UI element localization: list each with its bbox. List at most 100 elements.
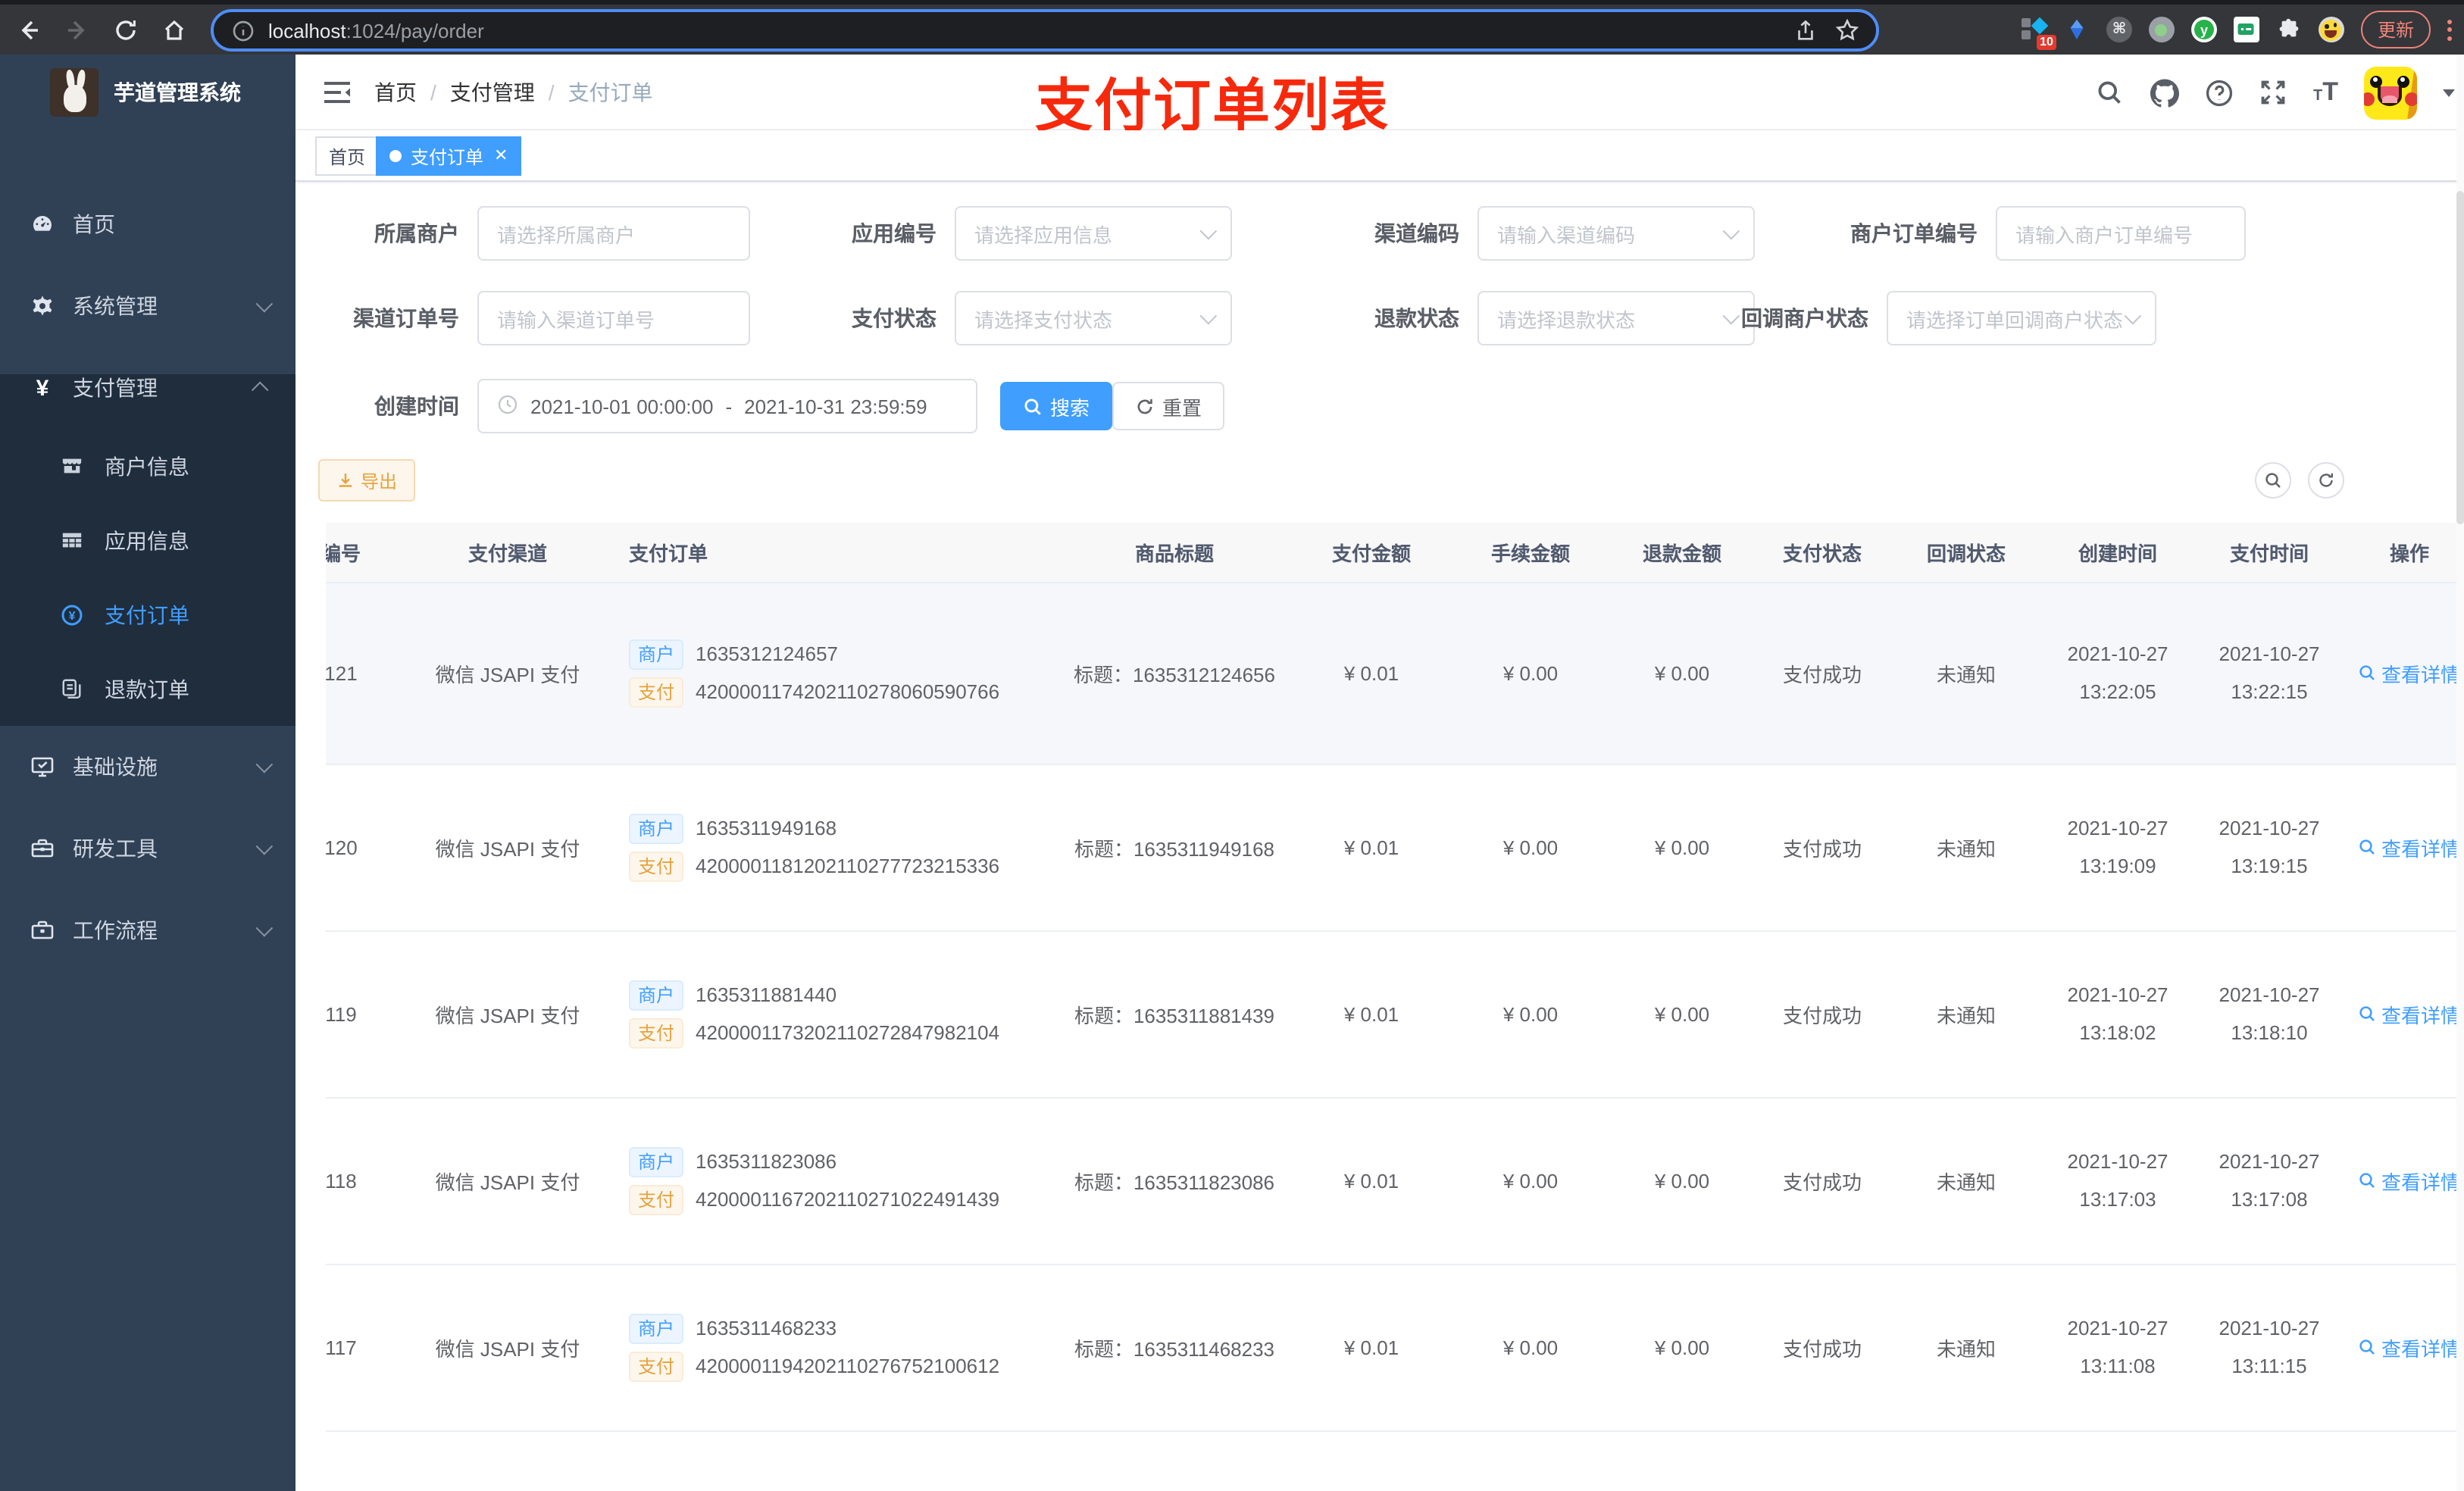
date-separator: - <box>725 395 733 417</box>
reset-button[interactable]: 重置 <box>1112 382 1225 430</box>
filter-label: 渠道订单号 <box>353 306 459 330</box>
browser-update-button[interactable]: 更新 <box>2360 11 2431 48</box>
sidebar-item-infrastructure[interactable]: 基础设施 <box>0 726 295 808</box>
view-detail-link[interactable]: 查看详情 <box>2359 658 2460 687</box>
channel-order-no-input[interactable]: 请输入渠道订单号 <box>477 291 750 345</box>
view-detail-link[interactable]: 查看详情 <box>2359 833 2460 861</box>
browser-reload-icon[interactable] <box>112 16 139 43</box>
order-number: 4200001174202110278060590766 <box>696 680 1000 703</box>
window-scrollbar[interactable] <box>2456 55 2464 1491</box>
sidebar-item-pay-order[interactable]: ¥ 支付订单 <box>0 577 295 652</box>
briefcase-icon <box>30 918 55 942</box>
sidebar-item-label: 退款订单 <box>105 677 189 701</box>
sidebar-item-refund-order[interactable]: 退款订单 <box>0 652 295 726</box>
extension-icon-badge[interactable]: 10 <box>2021 17 2056 50</box>
date-range-picker[interactable]: 2021-10-01 00:00:00 - 2021-10-31 23:59:5… <box>477 379 977 433</box>
toggle-search-button[interactable] <box>2255 462 2291 499</box>
filter-label: 所属商户 <box>374 221 459 245</box>
profile-avatar-emoji[interactable] <box>2318 17 2344 42</box>
header-search-icon[interactable] <box>2095 78 2124 107</box>
search-button[interactable]: 搜索 <box>1000 382 1113 430</box>
cell-actions <box>2349 1430 2464 1491</box>
breadcrumb-payment[interactable]: 支付管理 <box>450 77 535 108</box>
view-detail-link[interactable]: 查看详情 <box>2359 1166 2460 1195</box>
avatar-caret-icon[interactable] <box>2443 89 2455 96</box>
search-icon <box>2360 1173 2375 1188</box>
sidebar-item-dev-tools[interactable]: 研发工具 <box>0 808 295 889</box>
screen: localhost:1024/pay/order 10 ⌘ y 更新 芋道管理… <box>0 0 2464 1491</box>
app-title: 芋道管理系统 <box>114 80 241 105</box>
export-button[interactable]: 导出 <box>318 459 416 502</box>
font-size-icon[interactable]: TT <box>2313 77 2338 108</box>
pay-tag: 支付 <box>629 677 684 707</box>
browser-home-icon[interactable] <box>161 16 188 43</box>
bookmark-star-icon[interactable] <box>1834 17 1861 44</box>
merchant-tag: 商户 <box>629 1313 684 1343</box>
filter-app: 应用编号 请选择应用信息 <box>788 206 1232 261</box>
browser-back-icon[interactable] <box>15 16 42 43</box>
tab-home[interactable]: 首页 <box>315 136 380 176</box>
cell-refund <box>1606 1430 1758 1491</box>
extension-icon-chat[interactable] <box>2233 17 2259 42</box>
filter-merchant: 所属商户 请选择所属商户 <box>326 206 750 261</box>
filter-create-time: 创建时间 2021-10-01 00:00:00 - 2021-10-31 23… <box>326 379 977 433</box>
sidebar-item-workflow[interactable]: 工作流程 <box>0 889 295 971</box>
share-icon[interactable] <box>1791 17 1818 44</box>
shop-icon <box>61 455 83 477</box>
notify-status-select[interactable]: 请选择订单回调商户状态 <box>1887 291 2156 345</box>
help-icon[interactable] <box>2204 78 2233 107</box>
browser-forward-icon[interactable] <box>64 16 91 43</box>
sidebar-item-home[interactable]: 首页 <box>0 183 295 265</box>
cell-status: 支付成功 <box>1758 582 1887 764</box>
sidebar-item-payment[interactable]: ¥ 支付管理 <box>0 347 295 429</box>
search-icon <box>2360 665 2375 680</box>
cell-amount: ¥ 0.01 <box>1288 1097 1455 1264</box>
cell-channel: 微信 JSAPI 支付 <box>409 1264 606 1431</box>
sidebar-item-label: 应用信息 <box>105 528 189 552</box>
cell-refund: ¥ 0.00 <box>1606 764 1758 931</box>
cell-no <box>326 1430 409 1491</box>
cell-create-time: 2021-10-27 13:19:09 <box>2046 764 2190 931</box>
cell-fee <box>1455 1430 1606 1491</box>
channel-code-select[interactable]: 请输入渠道编码 <box>1477 206 1755 261</box>
sidebar-item-app-info[interactable]: 应用信息 <box>0 503 295 577</box>
view-detail-link[interactable]: 查看详情 <box>2359 1333 2460 1361</box>
column-header: 支付金额 <box>1288 523 1455 583</box>
cell-notify: 未通知 <box>1887 764 2046 931</box>
extension-icon-command[interactable]: ⌘ <box>2106 17 2132 42</box>
yen-circle-icon: ¥ <box>61 603 83 626</box>
order-number: 1635311881440 <box>696 983 837 1006</box>
breadcrumb-home[interactable]: 首页 <box>374 77 417 108</box>
view-detail-link[interactable]: 查看详情 <box>2359 999 2460 1028</box>
filter-label: 创建时间 <box>374 394 459 418</box>
extension-icon-y[interactable]: y <box>2190 17 2217 42</box>
github-icon[interactable] <box>2150 78 2178 107</box>
close-tab-icon[interactable]: ✕ <box>494 147 508 164</box>
cell-pay-time: 2021-10-27 13:11:15 <box>2190 1264 2349 1431</box>
tab-pay-order[interactable]: 支付订单 ✕ <box>376 136 522 176</box>
sidebar-item-system[interactable]: 系统管理 <box>0 265 295 347</box>
column-header: 操作 <box>2349 523 2464 583</box>
fullscreen-icon[interactable] <box>2259 78 2287 107</box>
merchant-tag: 商户 <box>629 1146 684 1177</box>
filter-label: 回调商户状态 <box>1741 306 1868 330</box>
order-number: 4200001194202110276752100612 <box>696 1355 1000 1377</box>
merchant-order-no-input[interactable]: 请输入商户订单编号 <box>1996 206 2246 261</box>
sidebar-item-merchant-info[interactable]: 商户信息 <box>0 429 295 503</box>
pay-status-select[interactable]: 请选择支付状态 <box>955 291 1232 345</box>
site-info-icon[interactable] <box>229 17 256 44</box>
extensions-puzzle-icon[interactable] <box>2276 17 2302 42</box>
refresh-table-button[interactable] <box>2308 462 2344 499</box>
cell-refund: ¥ 0.00 <box>1606 582 1758 764</box>
extension-icon-gem[interactable] <box>2064 17 2090 42</box>
cell-notify: 未通知 <box>1887 1097 2046 1264</box>
merchant-select[interactable]: 请选择所属商户 <box>477 206 750 261</box>
user-avatar[interactable] <box>2364 66 2417 119</box>
extension-icon-dot[interactable] <box>2148 17 2175 42</box>
browser-menu-icon[interactable] <box>2447 19 2452 40</box>
address-bar[interactable]: localhost:1024/pay/order <box>211 9 1879 52</box>
app-select[interactable]: 请选择应用信息 <box>955 206 1232 261</box>
sidebar-toggle-icon[interactable] <box>323 79 352 106</box>
table-row: 120 微信 JSAPI 支付 商户 1635311949168 支付 420000118… <box>326 764 2464 931</box>
app-logo[interactable]: 芋道管理系统 <box>0 55 295 130</box>
